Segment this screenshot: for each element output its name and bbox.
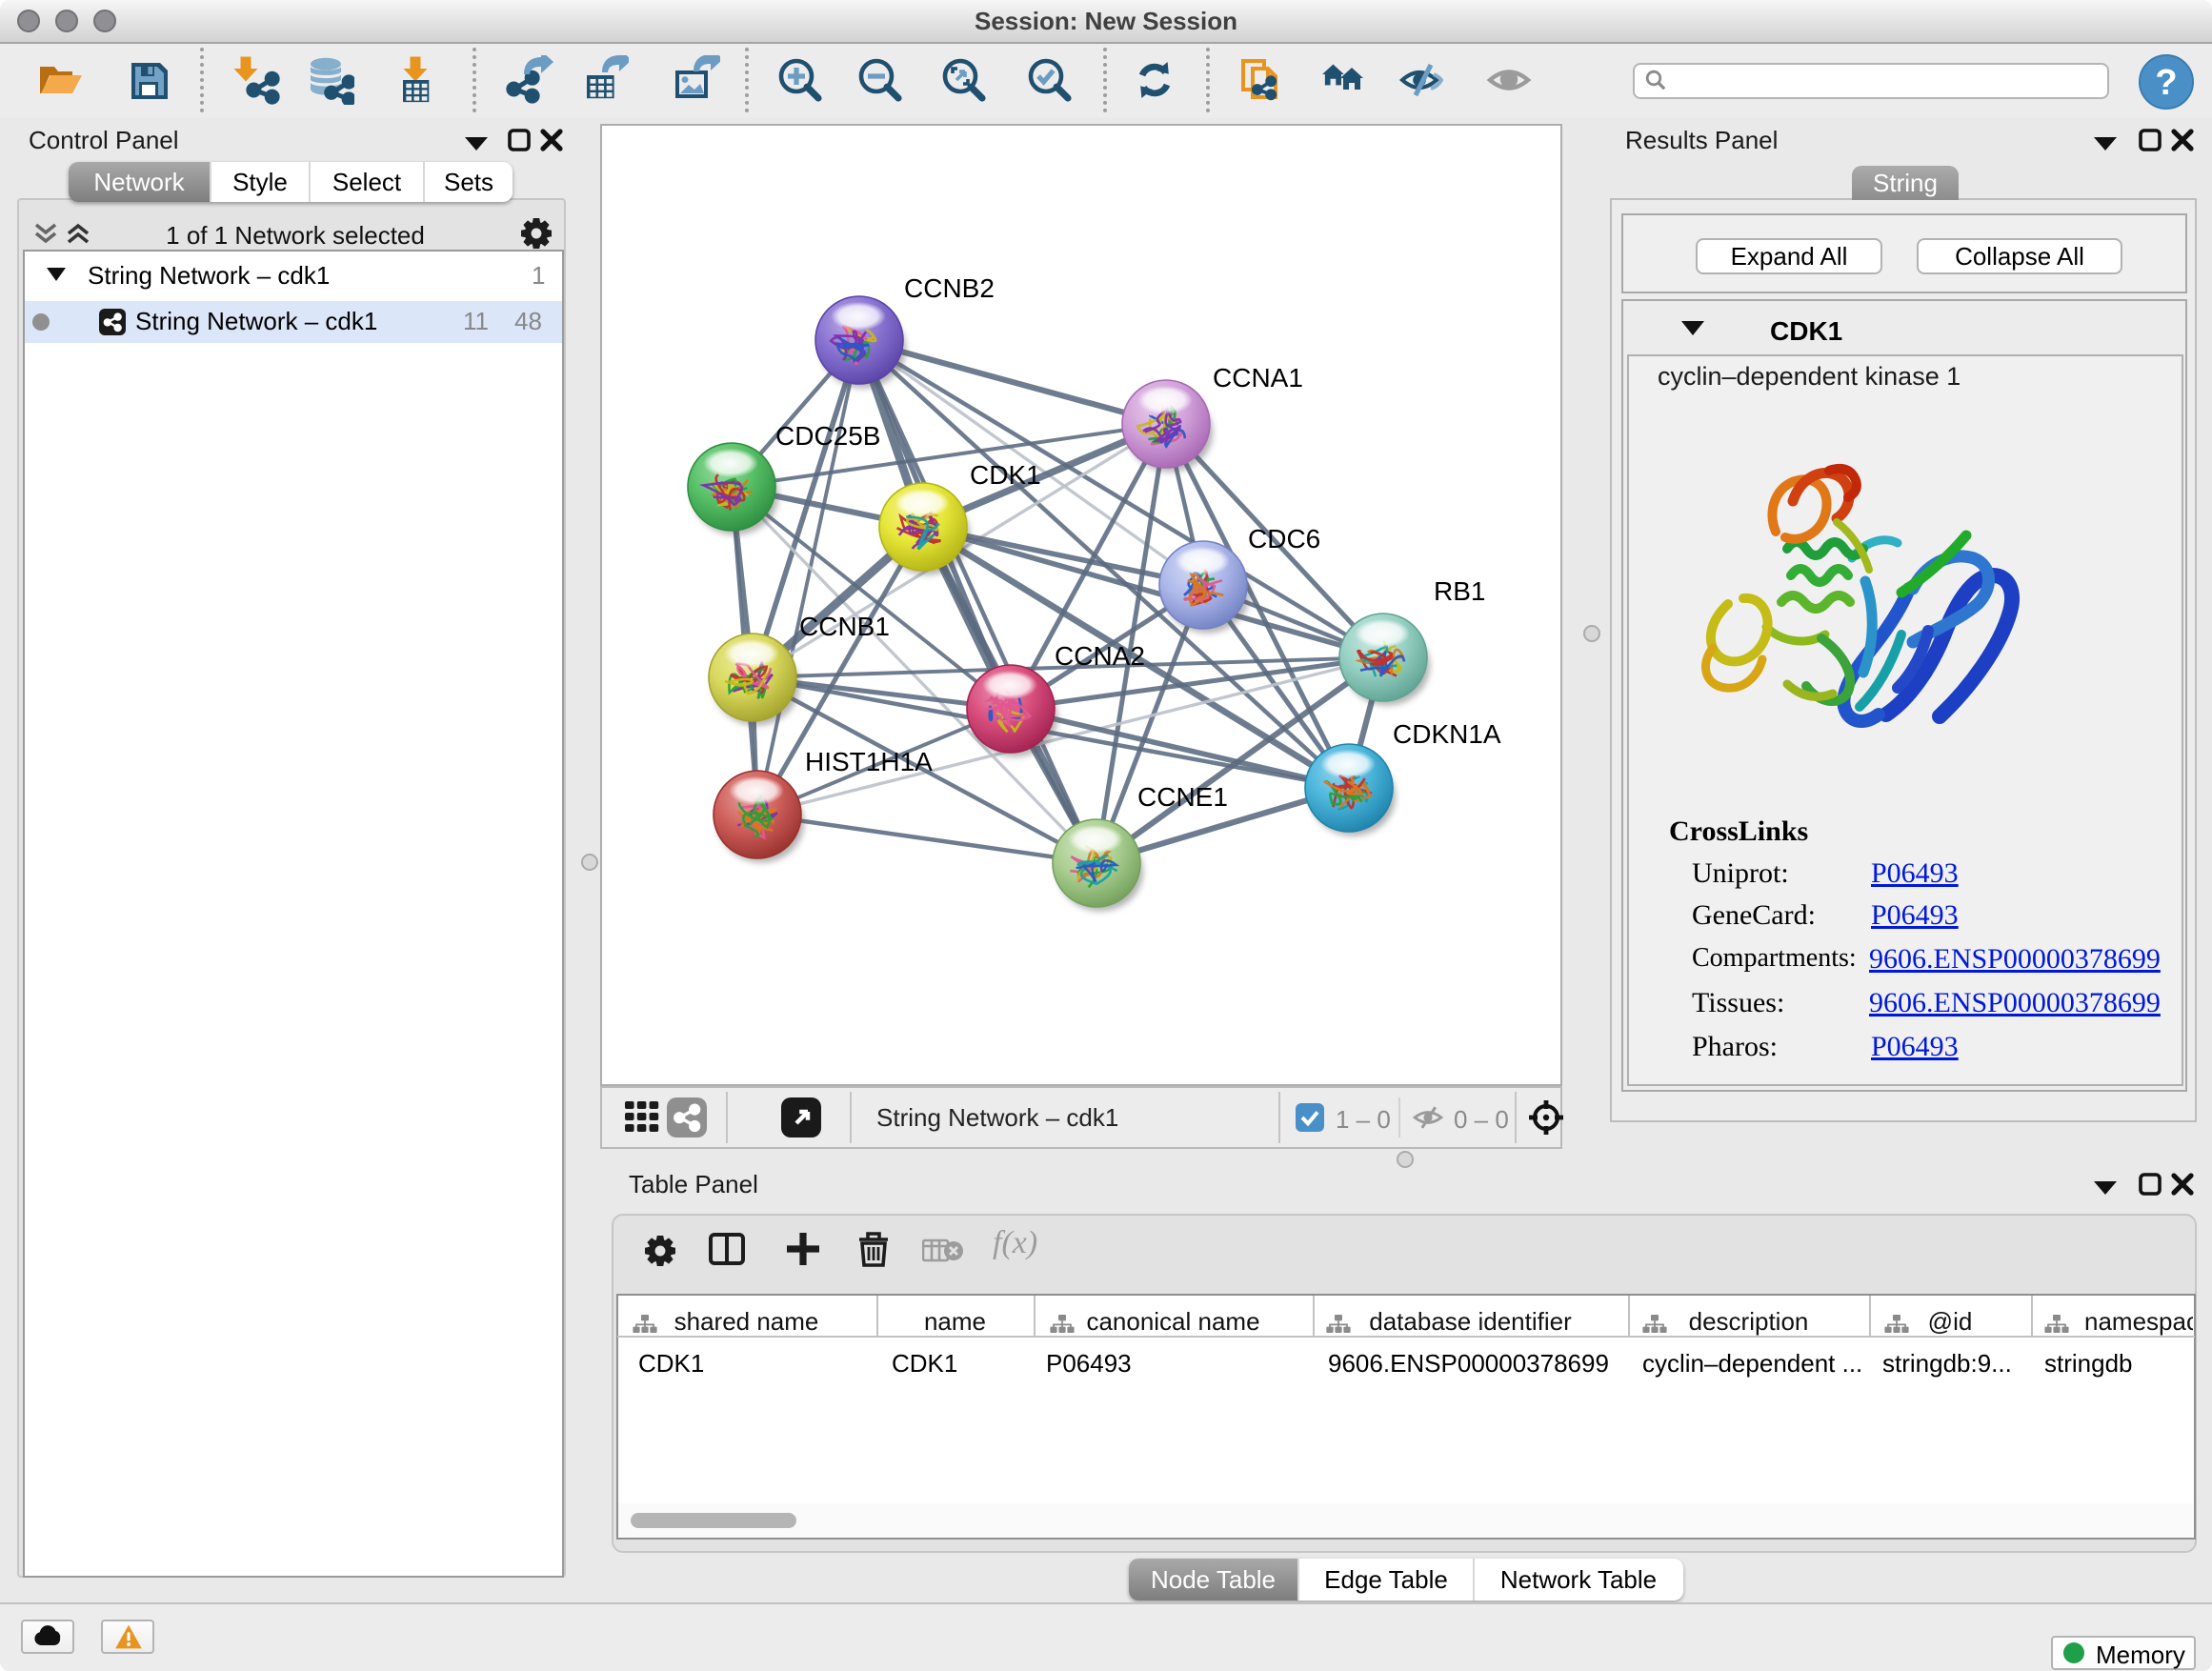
svg-text:CDC6: CDC6 xyxy=(1248,524,1320,554)
svg-text:CCNA2: CCNA2 xyxy=(1055,641,1145,671)
svg-text:CCNE1: CCNE1 xyxy=(1137,782,1228,812)
svg-text:CDKN1A: CDKN1A xyxy=(1393,719,1501,749)
svg-text:CCNA1: CCNA1 xyxy=(1213,363,1303,393)
svg-text:RB1: RB1 xyxy=(1434,576,1485,606)
svg-text:CCNB2: CCNB2 xyxy=(904,273,995,303)
svg-text:?: ? xyxy=(2155,63,2177,103)
svg-text:CCNB1: CCNB1 xyxy=(799,612,890,641)
svg-text:CDK1: CDK1 xyxy=(970,460,1041,490)
svg-text:HIST1H1A: HIST1H1A xyxy=(805,747,933,776)
svg-text:CDC25B: CDC25B xyxy=(775,421,880,451)
